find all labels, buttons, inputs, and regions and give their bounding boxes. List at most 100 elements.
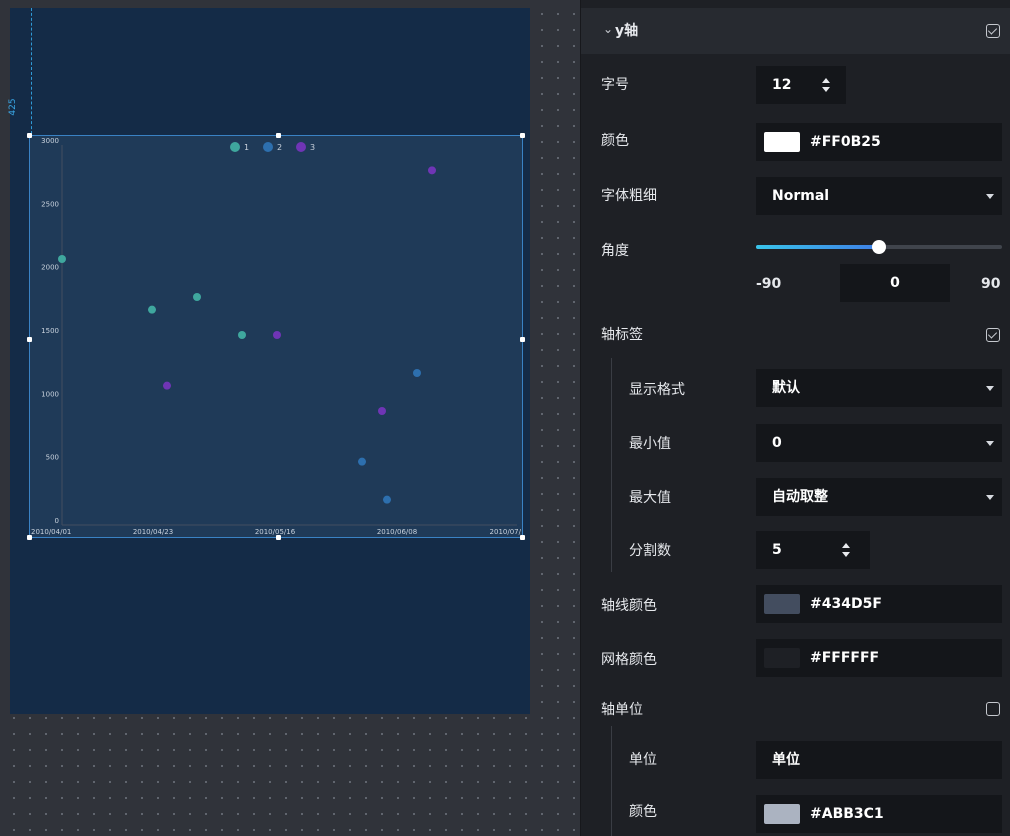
angle-max-label: 90 <box>981 276 1001 292</box>
y-tick-label: 3000 <box>41 137 59 145</box>
angle-slider-handle[interactable] <box>872 240 886 254</box>
scatter-point <box>358 457 366 466</box>
property-panel: ⌄ y轴 字号 12 颜色 #FF0B25 字体粗细 Normal 角度 -90… <box>580 0 1010 836</box>
resize-handle-top[interactable] <box>276 133 281 138</box>
min-value-value: 0 <box>772 435 782 451</box>
angle-label: 角度 <box>601 243 629 259</box>
axis-unit-label: 轴单位 <box>601 702 643 718</box>
chart-legend[interactable]: 1 2 3 <box>230 142 315 152</box>
angle-value: 0 <box>890 275 900 291</box>
split-count-value: 5 <box>772 542 782 558</box>
display-format-label: 显示格式 <box>629 382 685 398</box>
legend-marker <box>296 142 306 152</box>
scatter-point <box>58 255 66 263</box>
max-value-select[interactable]: 自动取整 <box>756 478 1002 516</box>
y-tick-label: 500 <box>46 454 59 462</box>
display-format-value: 默认 <box>772 380 800 396</box>
resize-handle-left[interactable] <box>27 337 32 342</box>
font-size-label: 字号 <box>601 77 629 93</box>
color-swatch[interactable] <box>764 804 800 824</box>
legend-item[interactable]: 3 <box>296 142 315 152</box>
scatter-point <box>193 293 201 301</box>
axis-unit-checkbox[interactable] <box>986 702 1000 716</box>
y-tick-label: 1000 <box>41 390 59 398</box>
unit-input[interactable]: 单位 <box>756 741 1002 779</box>
stepper-arrows-icon[interactable] <box>822 76 830 94</box>
caret-down-icon <box>986 495 994 500</box>
y-tick-label: 0 <box>55 517 59 525</box>
section-title: y轴 <box>615 23 639 39</box>
scatter-point <box>378 407 386 415</box>
caret-down-icon <box>986 194 994 199</box>
position-guide-label: 425 <box>4 98 34 116</box>
unit-color-value: #ABB3C1 <box>810 806 884 822</box>
unit-color-picker[interactable]: #ABB3C1 <box>756 795 1002 833</box>
axis-label-checkbox[interactable] <box>986 328 1000 342</box>
axis-label-label: 轴标签 <box>601 327 643 343</box>
legend-item[interactable]: 1 <box>230 142 249 152</box>
angle-input[interactable]: 0 <box>840 264 950 302</box>
legend-marker <box>230 142 240 152</box>
color-swatch[interactable] <box>764 594 800 614</box>
font-weight-label: 字体粗细 <box>601 188 657 204</box>
resize-handle-top-right[interactable] <box>520 133 525 138</box>
font-weight-value: Normal <box>772 188 830 204</box>
grid-color-value: #FFFFFF <box>810 650 880 666</box>
axis-line-color-picker[interactable]: #434D5F <box>756 585 1002 623</box>
y-axis: 0 500 1000 1500 2000 2500 3000 <box>41 137 63 525</box>
stepper-arrows-icon[interactable] <box>842 541 850 559</box>
sub-group-guide <box>611 358 612 572</box>
scatter-point <box>163 381 171 390</box>
max-value-label: 最大值 <box>629 490 671 506</box>
unit-label: 单位 <box>629 752 657 768</box>
scatter-point <box>428 166 436 175</box>
angle-slider-fill <box>756 245 879 249</box>
scatter-point <box>413 369 421 377</box>
caret-down-icon <box>986 441 994 446</box>
legend-label: 2 <box>277 143 282 152</box>
x-tick-label: 2010/04/23 <box>133 528 173 536</box>
resize-handle-right[interactable] <box>520 337 525 342</box>
scatter-points <box>58 166 436 504</box>
axis-line-color-value: #434D5F <box>810 596 882 612</box>
chevron-down-icon[interactable]: ⌄ <box>603 22 615 36</box>
font-color-value: #FF0B25 <box>810 134 881 150</box>
font-weight-select[interactable]: Normal <box>756 177 1002 215</box>
font-color-picker[interactable]: #FF0B25 <box>756 123 1002 161</box>
y-tick-label: 2500 <box>41 200 59 208</box>
scatter-point <box>238 331 246 339</box>
scatter-point <box>383 495 391 504</box>
resize-handle-bottom[interactable] <box>276 535 281 540</box>
scatter-point <box>273 331 281 339</box>
font-size-stepper[interactable]: 12 <box>756 66 846 104</box>
grid-color-picker[interactable]: #FFFFFF <box>756 639 1002 677</box>
scatter-chart[interactable]: 0 500 1000 1500 2000 2500 3000 2010/04/01 2010/… <box>29 135 523 540</box>
color-label: 颜色 <box>601 133 629 149</box>
y-tick-label: 2000 <box>41 264 59 272</box>
guide-value: 425 <box>8 98 18 116</box>
resize-handle-top-left[interactable] <box>27 133 32 138</box>
unit-value: 单位 <box>772 752 800 768</box>
min-value-select[interactable]: 0 <box>756 424 1002 462</box>
grid-color-label: 网格颜色 <box>601 652 657 668</box>
axis-line-color-label: 轴线颜色 <box>601 598 657 614</box>
y-axis-toggle-checkbox[interactable] <box>986 24 1000 38</box>
design-canvas[interactable]: 425 0 500 1000 1500 2000 2500 3000 2010/04/01 2… <box>0 0 580 836</box>
color-swatch[interactable] <box>764 648 800 668</box>
font-size-value: 12 <box>772 77 792 93</box>
resize-handle-bottom-left[interactable] <box>27 535 32 540</box>
resize-handle-bottom-right[interactable] <box>520 535 525 540</box>
display-format-select[interactable]: 默认 <box>756 369 1002 407</box>
y-axis-section-header[interactable]: ⌄ y轴 <box>581 8 1010 54</box>
min-value-label: 最小值 <box>629 436 671 452</box>
y-tick-label: 1500 <box>41 327 59 335</box>
split-count-label: 分割数 <box>629 543 671 559</box>
color-swatch[interactable] <box>764 132 800 152</box>
angle-min-label: -90 <box>756 276 782 292</box>
legend-item[interactable]: 2 <box>263 142 282 152</box>
caret-down-icon <box>986 386 994 391</box>
x-tick-label: 2010/04/01 <box>31 528 71 536</box>
unit-color-label: 颜色 <box>629 804 657 820</box>
split-count-stepper[interactable]: 5 <box>756 531 870 569</box>
sub-group-guide <box>611 726 612 836</box>
